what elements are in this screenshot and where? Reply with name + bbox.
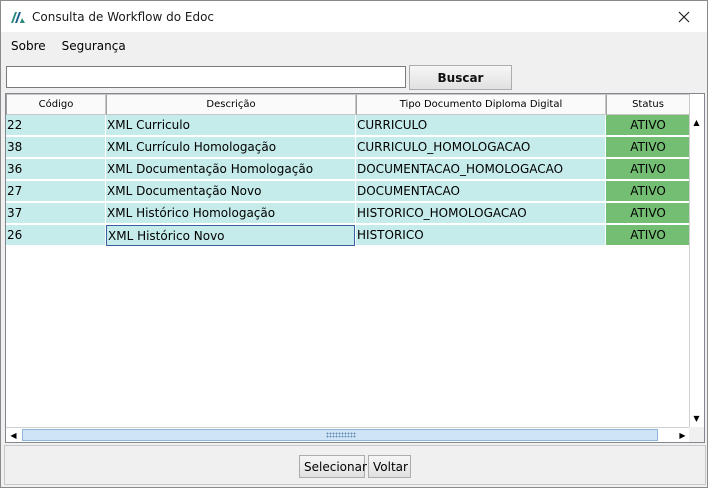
cell-codigo[interactable]: 27 bbox=[6, 181, 105, 202]
cell-descricao[interactable]: XML Documentação Novo bbox=[106, 181, 355, 202]
menu-bar: Sobre Segurança bbox=[1, 32, 707, 60]
cell-tipo-documento[interactable]: DOCUMENTACAO bbox=[356, 181, 605, 202]
vertical-scrollbar[interactable]: ▲ ▼ bbox=[689, 115, 704, 427]
menu-sobre[interactable]: Sobre bbox=[3, 39, 54, 53]
search-input[interactable] bbox=[6, 66, 406, 88]
table-row[interactable]: 22 XML Curriculo CURRICULO ATIVO bbox=[6, 115, 690, 137]
cell-codigo[interactable]: 22 bbox=[6, 115, 105, 136]
column-header-codigo[interactable]: Código bbox=[6, 94, 106, 115]
cell-codigo[interactable]: 38 bbox=[6, 137, 105, 158]
column-header-tipo-documento[interactable]: Tipo Documento Diploma Digital bbox=[356, 94, 606, 115]
cell-tipo-documento[interactable]: CURRICULO bbox=[356, 115, 605, 136]
title-bar: Consulta de Workflow do Edoc bbox=[1, 1, 707, 32]
grip-icon bbox=[326, 432, 356, 438]
main-window: Consulta de Workflow do Edoc Sobre Segur… bbox=[0, 0, 708, 488]
cell-status[interactable]: ATIVO bbox=[606, 203, 690, 224]
search-row: Buscar bbox=[6, 65, 706, 90]
cell-tipo-documento[interactable]: HISTORICO bbox=[356, 225, 605, 246]
scroll-up-icon[interactable]: ▲ bbox=[689, 115, 704, 130]
menu-seguranca[interactable]: Segurança bbox=[54, 39, 134, 53]
cell-tipo-documento[interactable]: CURRICULO_HOMOLOGACAO bbox=[356, 137, 605, 158]
cell-codigo[interactable]: 36 bbox=[6, 159, 105, 180]
cell-codigo[interactable]: 26 bbox=[6, 225, 105, 246]
results-table: Código Descrição Tipo Documento Diploma … bbox=[5, 93, 705, 443]
cell-status[interactable]: ATIVO bbox=[606, 137, 690, 158]
horizontal-scrollbar[interactable]: ◀ ▶ bbox=[6, 427, 690, 442]
cell-descricao-selected[interactable]: XML Histórico Novo bbox=[106, 225, 355, 246]
scroll-left-icon[interactable]: ◀ bbox=[6, 428, 21, 442]
select-button[interactable]: Selecionar bbox=[299, 455, 367, 478]
horizontal-scroll-thumb[interactable] bbox=[22, 429, 658, 441]
column-header-status[interactable]: Status bbox=[606, 94, 690, 115]
column-header-descricao[interactable]: Descrição bbox=[106, 94, 356, 115]
cell-status[interactable]: ATIVO bbox=[606, 115, 690, 136]
back-button[interactable]: Voltar bbox=[368, 455, 411, 478]
cell-tipo-documento[interactable]: HISTORICO_HOMOLOGACAO bbox=[356, 203, 605, 224]
search-button[interactable]: Buscar bbox=[409, 65, 512, 90]
scroll-right-icon[interactable]: ▶ bbox=[675, 428, 690, 442]
table-row[interactable]: 38 XML Currículo Homologação CURRICULO_H… bbox=[6, 137, 690, 159]
edoc-logo-icon bbox=[11, 11, 25, 23]
cell-status[interactable]: ATIVO bbox=[606, 181, 690, 202]
table-row[interactable]: 26 XML Histórico Novo HISTORICO ATIVO bbox=[6, 225, 690, 247]
close-icon bbox=[678, 11, 690, 22]
table-row[interactable]: 36 XML Documentação Homologação DOCUMENT… bbox=[6, 159, 690, 181]
action-panel: Selecionar Voltar bbox=[4, 445, 706, 485]
cell-descricao[interactable]: XML Documentação Homologação bbox=[106, 159, 355, 180]
scroll-down-icon[interactable]: ▼ bbox=[689, 411, 704, 426]
window-title: Consulta de Workflow do Edoc bbox=[32, 9, 215, 24]
table-row[interactable]: 27 XML Documentação Novo DOCUMENTACAO AT… bbox=[6, 181, 690, 203]
cell-status[interactable]: ATIVO bbox=[606, 225, 690, 246]
table-header: Código Descrição Tipo Documento Diploma … bbox=[6, 94, 690, 115]
cell-status[interactable]: ATIVO bbox=[606, 159, 690, 180]
cell-descricao[interactable]: XML Currículo Homologação bbox=[106, 137, 355, 158]
table-row[interactable]: 37 XML Histórico Homologação HISTORICO_H… bbox=[6, 203, 690, 225]
cell-descricao[interactable]: XML Curriculo bbox=[106, 115, 355, 136]
cell-descricao[interactable]: XML Histórico Homologação bbox=[106, 203, 355, 224]
cell-codigo[interactable]: 37 bbox=[6, 203, 105, 224]
cell-tipo-documento[interactable]: DOCUMENTACAO_HOMOLOGACAO bbox=[356, 159, 605, 180]
close-button[interactable] bbox=[661, 1, 707, 32]
scrollbar-corner bbox=[689, 427, 704, 442]
